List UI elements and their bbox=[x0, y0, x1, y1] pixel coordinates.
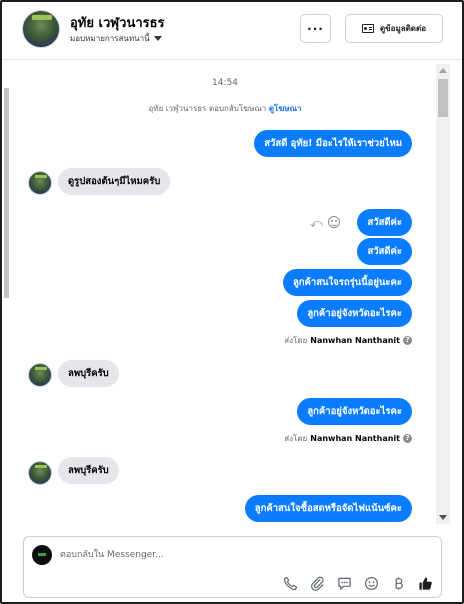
outgoing-message[interactable]: ลูกค้าสนใจซื้อสดหรือจัดไฟแน้นซ์คะ bbox=[244, 495, 412, 522]
payment-icon[interactable] bbox=[390, 575, 406, 591]
message-list-scrollbar[interactable] bbox=[436, 64, 450, 524]
info-icon[interactable]: ? bbox=[403, 336, 412, 345]
reply-icon[interactable]: ⤺ bbox=[310, 216, 323, 231]
messenger-window: อุทัย เวฬุวนารธร มอบหมายการสนทนานี้ ··· … bbox=[0, 0, 464, 604]
assign-label: มอบหมายการสนทนานี้ bbox=[70, 34, 150, 43]
emoji-icon[interactable] bbox=[363, 575, 379, 591]
like-icon[interactable] bbox=[417, 575, 433, 591]
outgoing-message[interactable]: ลูกค้าอยู่จังหวัดอะไรคะ bbox=[297, 300, 412, 327]
view-contact-info-label: ดูข้อมูลติดต่อ bbox=[379, 24, 427, 33]
scrollbar-thumb[interactable] bbox=[438, 79, 448, 117]
contact-avatar-small[interactable] bbox=[28, 461, 52, 485]
contact-avatar-small[interactable] bbox=[28, 363, 52, 387]
incoming-message[interactable]: ลพบุรีครับ bbox=[58, 457, 119, 484]
sent-by-prefix: ส่งโดย bbox=[284, 434, 308, 443]
contact-name[interactable]: อุทัย เวฬุวนารธร bbox=[70, 12, 165, 33]
composer-toolbar bbox=[282, 573, 433, 593]
outgoing-message[interactable]: ลูกค้าอยู่จังหวัดอะไรคะ bbox=[297, 398, 412, 425]
message-timestamp: 14:54 bbox=[212, 78, 238, 88]
sent-by-line: ส่งโดย Nanwhan Nanthanit ? bbox=[284, 334, 412, 347]
message-composer bbox=[23, 536, 442, 598]
view-contact-info-button[interactable]: ดูข้อมูลติดต่อ bbox=[345, 14, 443, 43]
contact-avatar[interactable] bbox=[22, 10, 60, 48]
scroll-down-arrow-icon[interactable] bbox=[439, 515, 447, 520]
page-avatar bbox=[32, 545, 52, 565]
conversation-header: อุทัย เวฬุวนารธร มอบหมายการสนทนานี้ ··· … bbox=[2, 2, 462, 60]
view-ad-link[interactable]: ดูโฆษณา bbox=[269, 104, 302, 113]
outgoing-message[interactable]: ลูกค้าสนใจรถรุ่นนี้อยู่นะคะ bbox=[282, 269, 412, 296]
more-options-button[interactable]: ··· bbox=[300, 14, 331, 43]
saved-reply-icon[interactable] bbox=[336, 575, 352, 591]
sent-by-name: Nanwhan Nanthanit bbox=[310, 336, 400, 345]
incoming-message[interactable]: ลพบุรีครับ bbox=[58, 360, 119, 387]
info-icon[interactable]: ? bbox=[403, 434, 412, 443]
outgoing-message[interactable]: สวัสดีค่ะ bbox=[357, 238, 412, 265]
sent-by-prefix: ส่งโดย bbox=[284, 336, 308, 345]
caret-down-icon bbox=[153, 36, 162, 41]
sent-by-name: Nanwhan Nanthanit bbox=[310, 434, 400, 443]
contact-avatar-small[interactable] bbox=[28, 171, 52, 195]
ad-reply-text: อุทัย เวฬุวนารธร ตอบกลับโฆษณา bbox=[148, 104, 267, 113]
outgoing-message[interactable]: สวัสดี อุทัย! มีอะไรให้เราช่วยไหม bbox=[254, 130, 412, 157]
ad-reply-notice: อุทัย เวฬุวนารธร ตอบกลับโฆษณา ดูโฆษณา bbox=[14, 102, 436, 115]
phone-icon[interactable] bbox=[282, 575, 298, 591]
outgoing-message[interactable]: สวัสดีค่ะ bbox=[357, 209, 412, 236]
incoming-message[interactable]: ดูรูปสองต้นๆมีไหมครับ bbox=[58, 168, 171, 195]
page-scrollbar[interactable] bbox=[4, 88, 9, 298]
assign-conversation-dropdown[interactable]: มอบหมายการสนทนานี้ bbox=[70, 32, 162, 45]
sent-by-line: ส่งโดย Nanwhan Nanthanit ? bbox=[284, 432, 412, 445]
react-emoji-icon[interactable] bbox=[328, 216, 340, 228]
message-list: 14:54 อุทัย เวฬุวนารธร ตอบกลับโฆษณา ดูโฆ… bbox=[14, 60, 436, 526]
contact-card-icon bbox=[361, 24, 374, 33]
message-input[interactable] bbox=[60, 545, 420, 565]
scroll-up-arrow-icon[interactable] bbox=[439, 68, 447, 73]
attachment-icon[interactable] bbox=[309, 575, 325, 591]
